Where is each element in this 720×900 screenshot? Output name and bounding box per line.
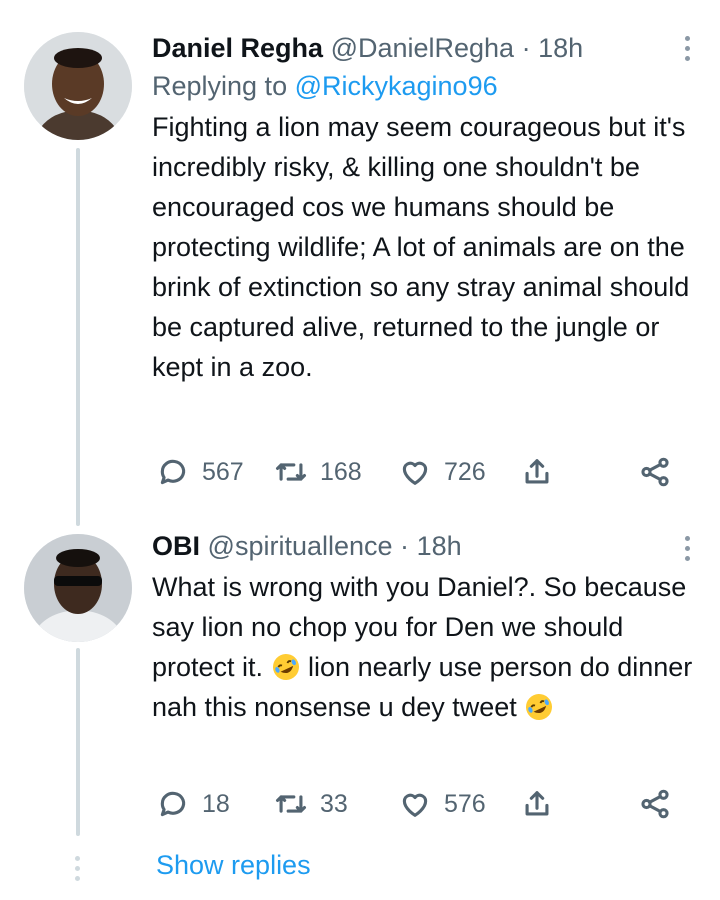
separator-dot: · [400,531,410,561]
like-count: 576 [444,789,486,818]
retweet-icon [275,795,307,813]
replying-mention[interactable]: @Rickykagino96 [295,71,498,101]
like-icon [402,793,428,817]
more-icon[interactable] [684,36,690,61]
show-replies-link[interactable]: Show replies [156,848,311,882]
tweet-time[interactable]: 18h [538,33,583,63]
like-icon [402,461,428,485]
retweet-count: 33 [320,789,348,818]
user-handle[interactable]: @spirituallence [208,531,393,561]
tweet-daniel[interactable]: Daniel Regha @DanielRegha · 18h Replying… [152,31,697,387]
user-handle[interactable]: @DanielRegha [331,33,515,63]
avatar-daniel[interactable] [24,32,132,140]
share-button[interactable] [520,784,554,824]
tweet-header: Daniel Regha @DanielRegha · 18h [152,31,697,65]
tweet-header: OBI @spirituallence · 18h [152,529,697,563]
more-icon[interactable] [684,536,690,561]
network-share-button[interactable] [638,452,672,492]
network-share-icon [641,789,669,819]
rofl-emoji [272,654,299,680]
tweet-actions: 18 33 576 [152,784,682,824]
rofl-emoji [526,694,553,720]
tweet-obi[interactable]: OBI @spirituallence · 18h What is wrong … [152,529,697,727]
separator-dot: · [521,33,531,63]
reply-count: 18 [202,789,230,818]
retweet-button[interactable]: 33 [274,784,348,824]
reply-icon [160,791,186,817]
like-count: 726 [444,457,486,486]
network-share-icon [641,457,669,487]
reply-count: 567 [202,457,244,486]
retweet-button[interactable]: 168 [274,452,362,492]
share-button[interactable] [520,452,554,492]
replying-to: Replying to @Rickykagino96 [152,69,697,103]
tweet-time[interactable]: 18h [417,531,462,561]
tweet-actions: 567 168 726 [152,452,682,492]
thread-continuation-dots [75,856,80,881]
share-icon [525,791,549,816]
thread-line-2 [76,648,80,836]
tweet-text: What is wrong with you Daniel?. So becau… [152,567,697,727]
reply-button[interactable]: 567 [156,452,244,492]
like-button[interactable]: 576 [398,784,486,824]
reply-icon [160,459,186,485]
display-name[interactable]: Daniel Regha [152,33,323,63]
share-icon [525,459,549,484]
thread-line-1 [76,148,80,526]
network-share-button[interactable] [638,784,672,824]
avatar-obi[interactable] [24,534,132,642]
tweet-text: Fighting a lion may seem courageous but … [152,112,690,382]
reply-button[interactable]: 18 [156,784,230,824]
display-name[interactable]: OBI [152,531,200,561]
retweet-icon [275,463,307,481]
like-button[interactable]: 726 [398,452,486,492]
replying-prefix: Replying to [152,71,288,101]
retweet-count: 168 [320,457,362,486]
